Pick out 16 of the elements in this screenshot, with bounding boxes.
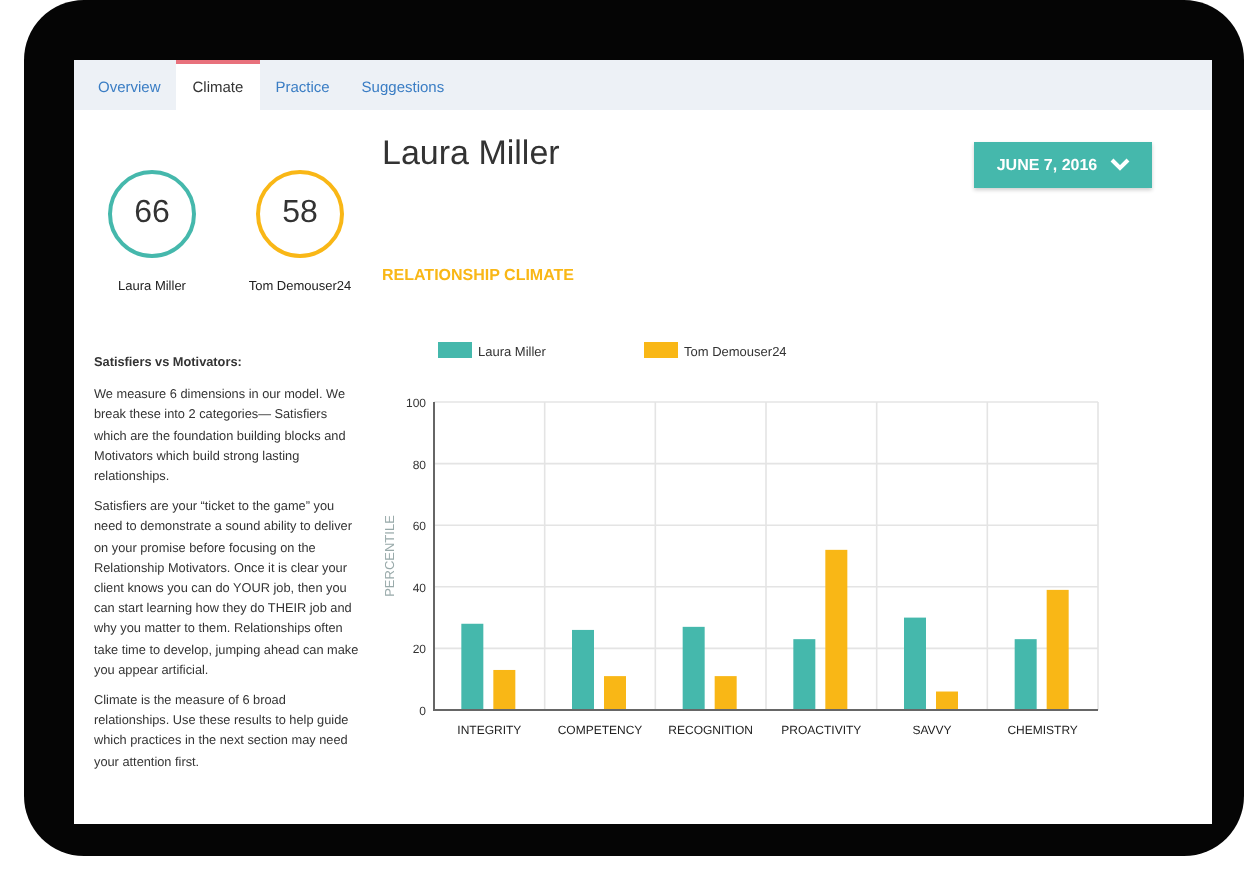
score-ring: 58: [256, 170, 344, 258]
bar: [1014, 639, 1037, 710]
bar: [604, 676, 626, 710]
bar: [1046, 589, 1069, 710]
bar: [682, 626, 705, 710]
bar: [904, 617, 926, 710]
bar: [461, 623, 484, 710]
bar: [493, 669, 516, 710]
section-title: RELATIONSHIP CLIMATE: [382, 266, 576, 284]
bar: [714, 676, 737, 710]
page-title: Laura Miller: [382, 134, 560, 174]
bar: [572, 629, 594, 710]
chevron-down-icon: [1109, 158, 1130, 172]
score-ring: 66: [108, 170, 196, 258]
date-dropdown[interactable]: JUNE 7, 2016: [974, 142, 1152, 188]
bar: [793, 639, 816, 710]
